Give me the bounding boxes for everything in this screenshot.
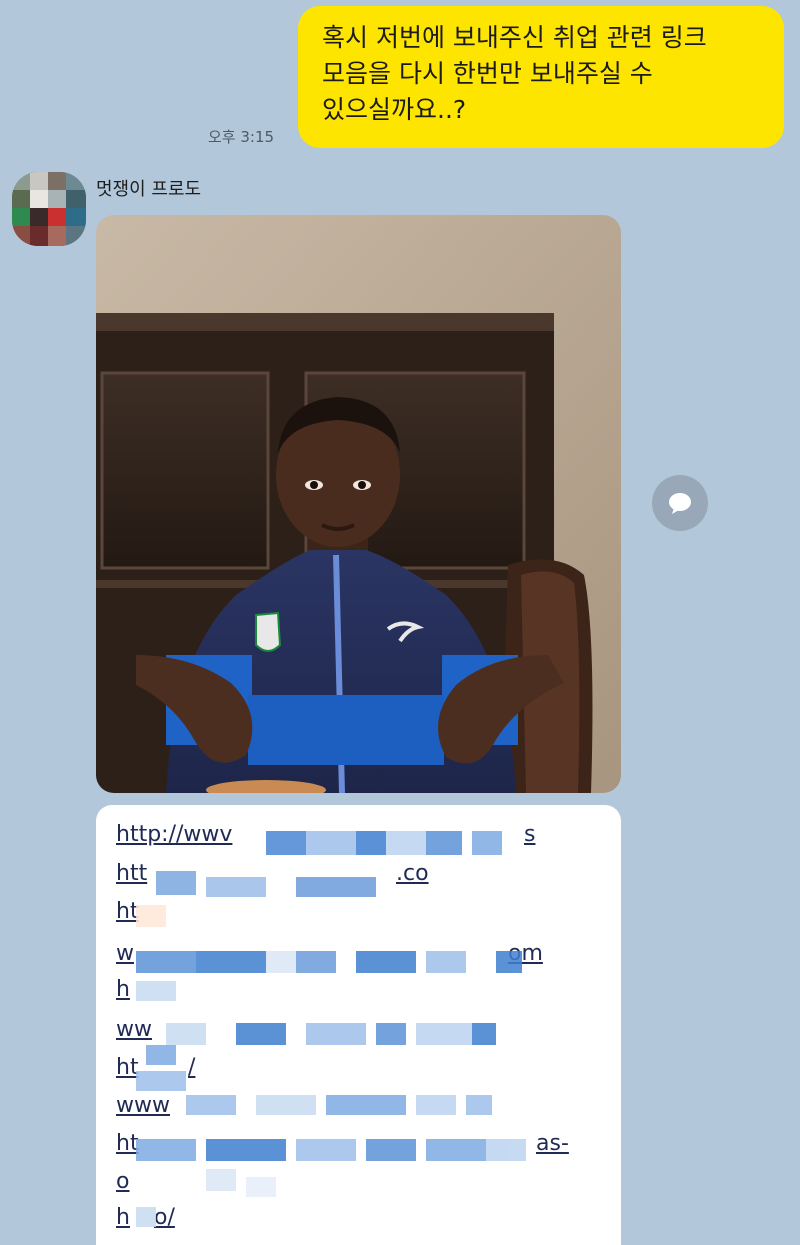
avatar[interactable]	[12, 172, 86, 246]
mosaic-blur	[136, 831, 526, 1227]
speech-bubble-icon	[669, 493, 691, 514]
message-timestamp: 오후 3:15	[208, 128, 275, 146]
message-line: 혹시 저번에 보내주신 취업 관련 링크	[322, 23, 707, 52]
sender-name: 멋쟁이 프로도	[96, 179, 202, 200]
share-button[interactable]	[652, 475, 708, 531]
message-line: 모음을 다시 한번만 보내주실 수	[322, 59, 653, 88]
photo-message[interactable]	[96, 215, 621, 793]
message-line: 있으실까요..?	[322, 95, 467, 124]
links-message[interactable]: http://wwv s htt .co ht w om h ww ht / w…	[96, 805, 621, 1245]
outgoing-message-bubble[interactable]: 혹시 저번에 보내주신 취업 관련 링크 모음을 다시 한번만 보내주실 수 있…	[298, 6, 784, 148]
